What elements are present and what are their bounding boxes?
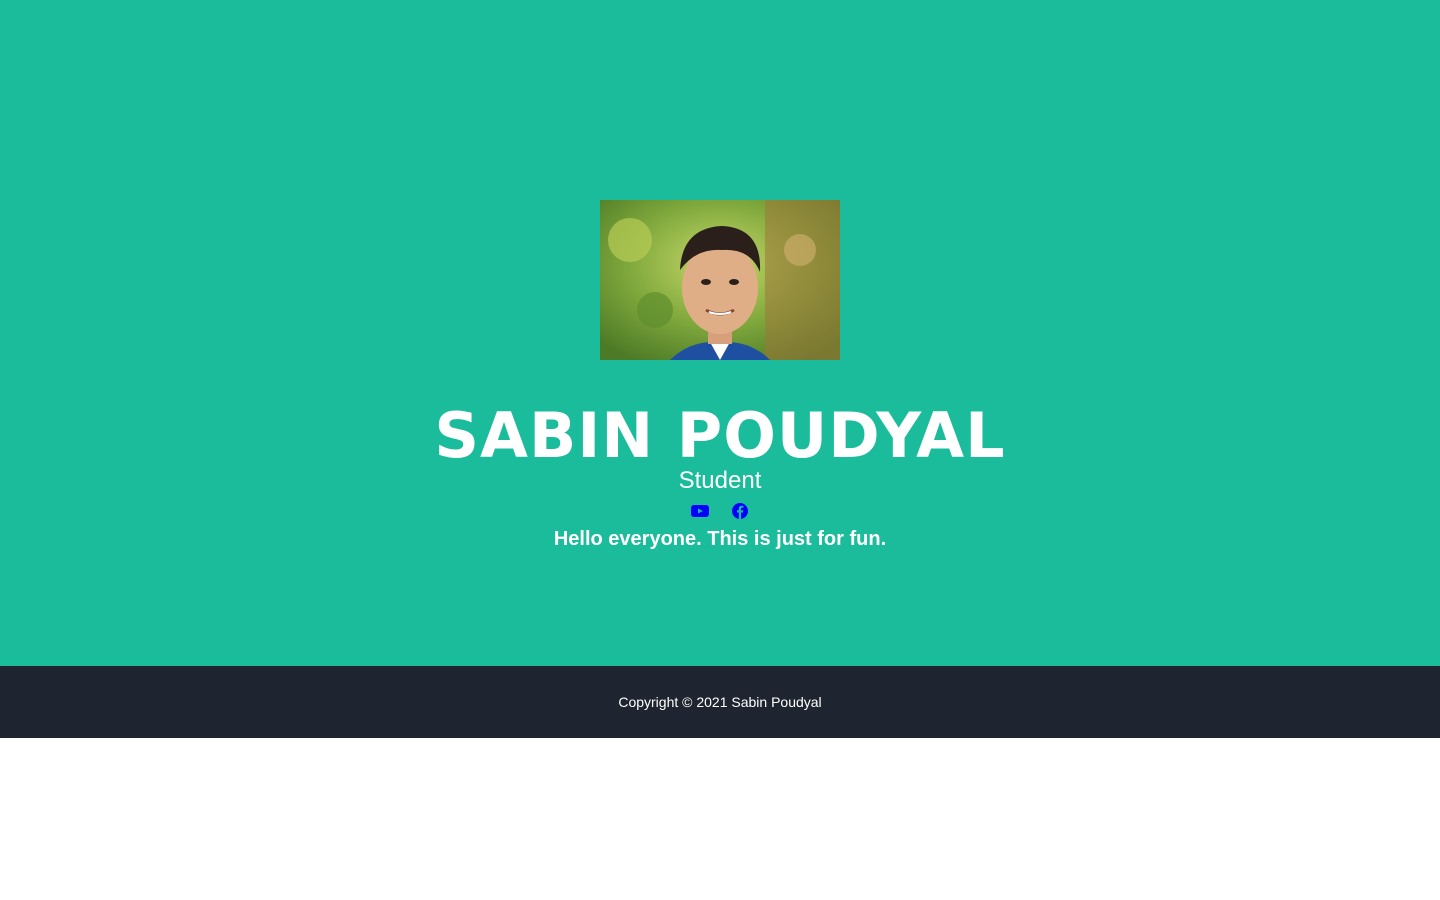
profile-photo bbox=[600, 200, 840, 360]
profile-tagline: Hello everyone. This is just for fun. bbox=[553, 528, 887, 550]
social-links bbox=[0, 502, 1440, 522]
youtube-link[interactable] bbox=[691, 502, 709, 520]
footer: Copyright © 2021 Sabin Poudyal bbox=[0, 666, 1440, 738]
profile-name: SABIN POUDYAL bbox=[434, 399, 1006, 472]
hero-section: SABIN POUDYAL Student Hello everyone. Th… bbox=[0, 0, 1440, 666]
facebook-icon bbox=[732, 503, 748, 519]
youtube-icon bbox=[691, 505, 709, 517]
facebook-link[interactable] bbox=[731, 502, 749, 520]
copyright-text: Copyright © 2021 Sabin Poudyal bbox=[618, 694, 822, 710]
profile-role: Student bbox=[678, 467, 762, 494]
